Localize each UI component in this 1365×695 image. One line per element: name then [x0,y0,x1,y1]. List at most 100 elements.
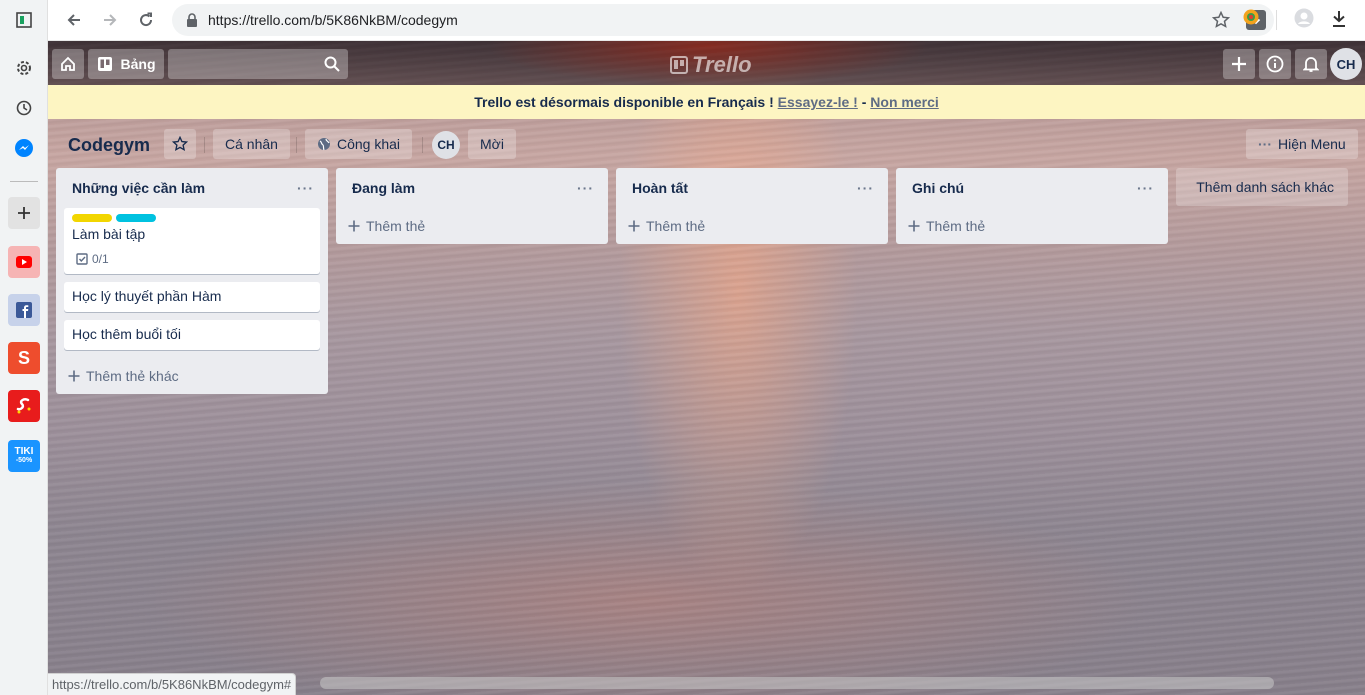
info-button[interactable] [1259,49,1291,79]
decline-link[interactable]: Non merci [870,94,938,110]
trello-logo[interactable]: Trello [670,52,752,78]
url-text[interactable]: https://trello.com/b/5K86NkBM/codegym [208,12,458,28]
add-card-label: Thêm thẻ [646,218,706,234]
browser-toolbar: https://trello.com/b/5K86NkBM/codegym [48,0,1365,41]
header-separator [422,137,423,153]
add-card-button[interactable]: Thêm thẻ [896,208,1168,244]
bookmark-star-icon[interactable] [1211,10,1231,32]
search-icon [324,56,340,75]
list-done: Hoàn tất ··· Thêm thẻ [616,168,888,244]
list-title[interactable]: Những việc cần làm [72,180,205,196]
facebook-icon[interactable] [8,294,40,326]
add-list-button[interactable]: Thêm danh sách khác [1176,168,1348,206]
card-title: Học thêm buổi tối [72,326,181,342]
sidebar-divider [10,181,38,182]
tiki-icon[interactable]: TIKI -50% [8,440,40,472]
trello-logo-icon [670,56,688,74]
lock-icon [186,13,198,30]
banner-separator: - [861,94,867,110]
sendo-icon[interactable] [8,390,40,422]
card[interactable]: Làm bài tập 0/1 [64,208,320,274]
list-header[interactable]: Đang làm ··· [336,168,608,208]
language-banner: Trello est désormais disponible en Franç… [48,85,1365,119]
back-icon[interactable] [60,6,88,34]
home-icon [61,56,75,71]
try-french-link[interactable]: Essayez-le ! [778,94,858,110]
list-menu-icon[interactable]: ··· [857,180,874,196]
add-icon[interactable] [8,197,40,229]
sidebar-toggle-icon[interactable] [8,4,40,36]
home-button[interactable] [52,49,84,79]
shopee-icon[interactable]: S [8,342,40,374]
menu-dots-icon: ··· [1258,136,1272,152]
settings-icon[interactable] [8,52,40,84]
boards-icon [97,57,112,71]
list-menu-icon[interactable]: ··· [577,180,594,196]
banner-text: Trello est désormais disponible en Franç… [474,94,774,110]
list-title[interactable]: Đang làm [352,180,415,196]
add-card-label: Thêm thẻ [366,218,426,234]
extension-icon[interactable] [1242,8,1260,29]
search-input[interactable] [168,49,348,79]
trello-header: Bảng Trello CH [48,41,1365,85]
list-menu-icon[interactable]: ··· [1137,180,1154,196]
reload-icon[interactable] [132,6,160,34]
downloads-icon[interactable] [1331,10,1347,31]
invite-button[interactable]: Mời [468,129,516,159]
visibility-button[interactable]: Công khai [305,129,413,159]
list-notes: Ghi chú ··· Thêm thẻ [896,168,1168,244]
card-title: Làm bài tập [72,226,146,242]
history-icon[interactable] [8,92,40,124]
messenger-icon[interactable] [8,132,40,164]
plus-icon [628,220,640,232]
header-separator [296,137,297,153]
board-canvas: Bảng Trello CH Trello est désormais disp… [48,41,1365,695]
boards-label: Bảng [120,56,156,72]
add-card-label: Thêm thẻ khác [86,368,179,384]
notifications-button[interactable] [1295,49,1327,79]
card-labels [72,214,312,222]
add-card-button[interactable]: Thêm thẻ [336,208,608,244]
globe-icon [318,138,330,151]
show-menu-button[interactable]: ··· Hiện Menu [1246,129,1358,159]
plus-icon [348,220,360,232]
member-avatar[interactable]: CH [432,131,460,159]
address-bar[interactable]: https://trello.com/b/5K86NkBM/codegym [172,4,1274,36]
youtube-icon[interactable] [8,246,40,278]
profile-icon[interactable] [1294,8,1314,31]
star-icon [172,136,188,151]
add-card-label: Thêm thẻ [926,218,986,234]
browser-sidebar: S TIKI -50% [0,0,48,695]
star-board-button[interactable] [164,129,196,159]
team-button[interactable]: Cá nhân [213,129,290,159]
label-sky[interactable] [116,214,156,222]
board-title[interactable]: Codegym [68,135,150,156]
toolbar-divider [1276,10,1277,30]
status-bar: https://trello.com/b/5K86NkBM/codegym# [48,673,297,695]
bell-icon [1303,57,1319,72]
list-header[interactable]: Hoàn tất ··· [616,168,888,208]
tiki-discount: -50% [15,457,33,464]
plus-icon [1232,57,1246,71]
label-yellow[interactable] [72,214,112,222]
card-title: Học lý thuyết phần Hàm [72,288,222,304]
add-card-button[interactable]: Thêm thẻ [616,208,888,244]
boards-button[interactable]: Bảng [88,49,164,79]
list-doing: Đang làm ··· Thêm thẻ [336,168,608,244]
trello-logo-text: Trello [692,52,752,77]
card[interactable]: Học lý thuyết phần Hàm [64,282,320,312]
list-title[interactable]: Ghi chú [912,180,964,196]
list-header[interactable]: Những việc cần làm ··· [56,168,328,208]
list-menu-icon[interactable]: ··· [297,180,314,196]
plus-icon [908,220,920,232]
checklist-count: 0/1 [92,252,109,266]
list-header[interactable]: Ghi chú ··· [896,168,1168,208]
checklist-icon [76,253,88,265]
add-card-button[interactable]: Thêm thẻ khác [56,358,328,394]
card[interactable]: Học thêm buổi tối [64,320,320,350]
create-button[interactable] [1223,49,1255,79]
horizontal-scrollbar[interactable] [320,677,1274,689]
forward-icon[interactable] [96,6,124,34]
list-title[interactable]: Hoàn tất [632,180,688,196]
user-avatar[interactable]: CH [1330,48,1362,80]
